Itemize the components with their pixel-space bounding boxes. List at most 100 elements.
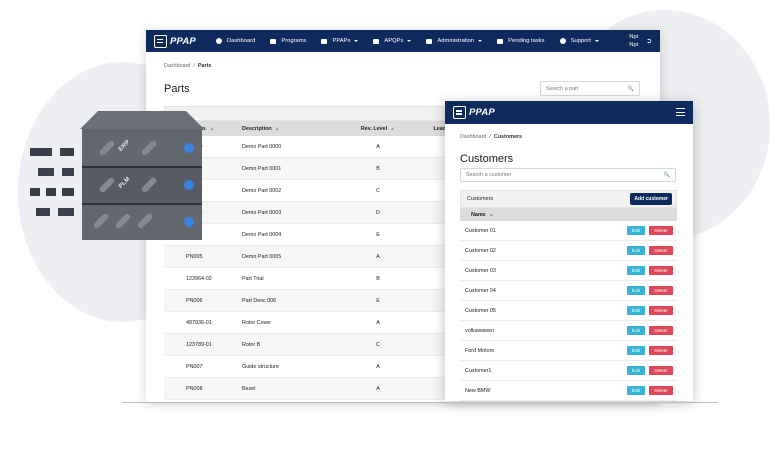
row-actions: Edit Delete xyxy=(627,246,673,255)
customer-name-cell: Customer 03 xyxy=(465,267,496,274)
table-row[interactable]: Customer 02 Edit Delete xyxy=(460,241,677,261)
search-icon[interactable]: 🔍 xyxy=(628,86,634,92)
chevron-down-icon xyxy=(354,40,359,42)
delete-button[interactable]: Delete xyxy=(649,226,673,235)
nav-item-support[interactable]: Support xyxy=(559,38,599,44)
app-logo[interactable]: PPAP xyxy=(154,32,196,50)
edit-button[interactable]: Edit xyxy=(627,366,645,375)
flow-dash xyxy=(30,188,40,196)
column-header-description[interactable]: Description ▲ xyxy=(220,126,338,132)
edit-button[interactable]: Edit xyxy=(627,306,645,315)
app-logo[interactable]: PPAP xyxy=(453,104,495,122)
flow-dash xyxy=(62,188,74,196)
edit-button[interactable]: Edit xyxy=(627,246,645,255)
table-toolbar: Customers Add customer xyxy=(460,190,677,208)
delete-button[interactable]: Delete xyxy=(649,246,673,255)
nav-item-pending-tasks[interactable]: Pending tasks xyxy=(497,38,545,44)
delete-button[interactable]: Delete xyxy=(649,346,673,355)
edit-button[interactable]: Edit xyxy=(627,386,645,395)
table-row[interactable]: volkswawen Edit Delete xyxy=(460,321,677,341)
logo-text: PPAP xyxy=(170,35,196,47)
list-icon xyxy=(497,38,504,44)
logo-text: PPAP xyxy=(469,107,495,118)
breadcrumb-root[interactable]: Dashboard xyxy=(460,134,486,140)
row-actions: Edit Delete xyxy=(627,326,673,335)
logout-icon[interactable]: ➲ xyxy=(646,37,652,45)
rev-level-cell: E xyxy=(376,297,380,304)
breadcrumb-root[interactable]: Dashboard xyxy=(164,63,190,69)
flow-dash xyxy=(62,168,74,176)
delete-button[interactable]: Delete xyxy=(649,266,673,275)
rev-level-cell: A xyxy=(376,385,380,392)
table-row[interactable]: Customer 03 Edit Delete xyxy=(460,261,677,281)
chevron-down-icon xyxy=(478,40,483,42)
row-actions: Edit Delete xyxy=(627,266,673,275)
description-cell: Bezel xyxy=(242,385,256,392)
flow-dash xyxy=(30,148,52,156)
row-actions: Edit Delete xyxy=(627,286,673,295)
rev-level-cell: A xyxy=(376,143,380,150)
search-icon[interactable]: 🔍 xyxy=(664,172,670,178)
table-row[interactable]: Customer 04 Edit Delete xyxy=(460,281,677,301)
nav-item-administration[interactable]: Administration xyxy=(426,38,483,44)
table-row[interactable]: Customer1 Edit Delete xyxy=(460,361,677,381)
folder-icon xyxy=(321,38,328,44)
chevron-down-icon xyxy=(407,40,412,42)
user-last-name: Npi xyxy=(629,42,638,48)
edit-button[interactable]: Edit xyxy=(627,286,645,295)
table-row[interactable]: New BMW Edit Delete xyxy=(460,381,677,401)
part-no-cell: PN006 xyxy=(186,297,203,304)
status-led xyxy=(184,180,194,190)
table-body: Customer 01 Edit Delete Customer 02 Edit Dele… xyxy=(460,221,677,401)
nav-item-programs[interactable]: Programs xyxy=(270,38,306,44)
customer-name-cell: Ford Motors xyxy=(465,347,495,354)
description-cell: Demo Part 0000 xyxy=(242,143,282,150)
add-customer-button[interactable]: Add customer xyxy=(630,193,672,205)
search-part-input[interactable]: Search a part 🔍 xyxy=(540,81,640,96)
chevron-down-icon xyxy=(594,40,599,42)
breadcrumb-separator: / xyxy=(193,63,195,69)
nav-item-dashboard[interactable]: Dashboard xyxy=(215,38,255,44)
delete-button[interactable]: Delete xyxy=(649,286,673,295)
customers-table: Customers Add customer Name ▲ Customer 01… xyxy=(460,190,677,401)
column-header-rev-level[interactable]: Rev. Level ▲ xyxy=(338,126,418,132)
table-row[interactable]: Customer 01 Edit Delete xyxy=(460,221,677,241)
folder-icon xyxy=(373,38,380,44)
status-led xyxy=(184,217,194,227)
description-cell: Rotor Cover xyxy=(242,319,272,326)
nav-item-apqps[interactable]: APQPs xyxy=(373,38,412,44)
description-cell: Demo Part 0001 xyxy=(242,165,282,172)
user-menu[interactable]: Npi Npi xyxy=(629,33,638,49)
table-row[interactable]: Ford Motors Edit Delete xyxy=(460,341,677,361)
edit-button[interactable]: Edit xyxy=(627,266,645,275)
nav-item-ppaps[interactable]: PPAPs xyxy=(321,38,359,44)
delete-button[interactable]: Delete xyxy=(649,326,673,335)
rev-level-cell: A xyxy=(376,363,380,370)
sort-icon: ▲ xyxy=(209,125,215,132)
edit-button[interactable]: Edit xyxy=(627,226,645,235)
delete-button[interactable]: Delete xyxy=(649,366,673,375)
description-cell: Part Desc 006 xyxy=(242,297,277,304)
edit-button[interactable]: Edit xyxy=(627,346,645,355)
delete-button[interactable]: Delete xyxy=(649,306,673,315)
description-cell: Rotor B xyxy=(242,341,261,348)
part-no-cell: PN005 xyxy=(186,253,203,260)
hamburger-menu-icon[interactable] xyxy=(676,108,685,117)
customer-name-cell: volkswawen xyxy=(465,327,495,334)
breadcrumb-current: Parts xyxy=(197,63,212,69)
search-customer-input[interactable]: Search a customer 🔍 xyxy=(460,168,676,182)
nav-label: Programs xyxy=(281,38,307,44)
customer-name-cell: Customer 04 xyxy=(465,287,496,294)
rev-level-cell: E xyxy=(376,231,380,238)
row-actions: Edit Delete xyxy=(627,386,673,395)
edit-button[interactable]: Edit xyxy=(627,326,645,335)
delete-button[interactable]: Delete xyxy=(649,386,673,395)
column-header-name[interactable]: Name ▲ xyxy=(460,208,677,221)
server-illustration: ERP PLM xyxy=(80,111,204,242)
description-cell: Demo Part 0004 xyxy=(242,231,282,238)
logo-icon xyxy=(154,34,167,48)
nav-label: Administration xyxy=(437,38,475,44)
description-cell: Demo Part 0005 xyxy=(242,253,282,260)
server-divider xyxy=(82,203,202,205)
table-row[interactable]: Customer 05 Edit Delete xyxy=(460,301,677,321)
